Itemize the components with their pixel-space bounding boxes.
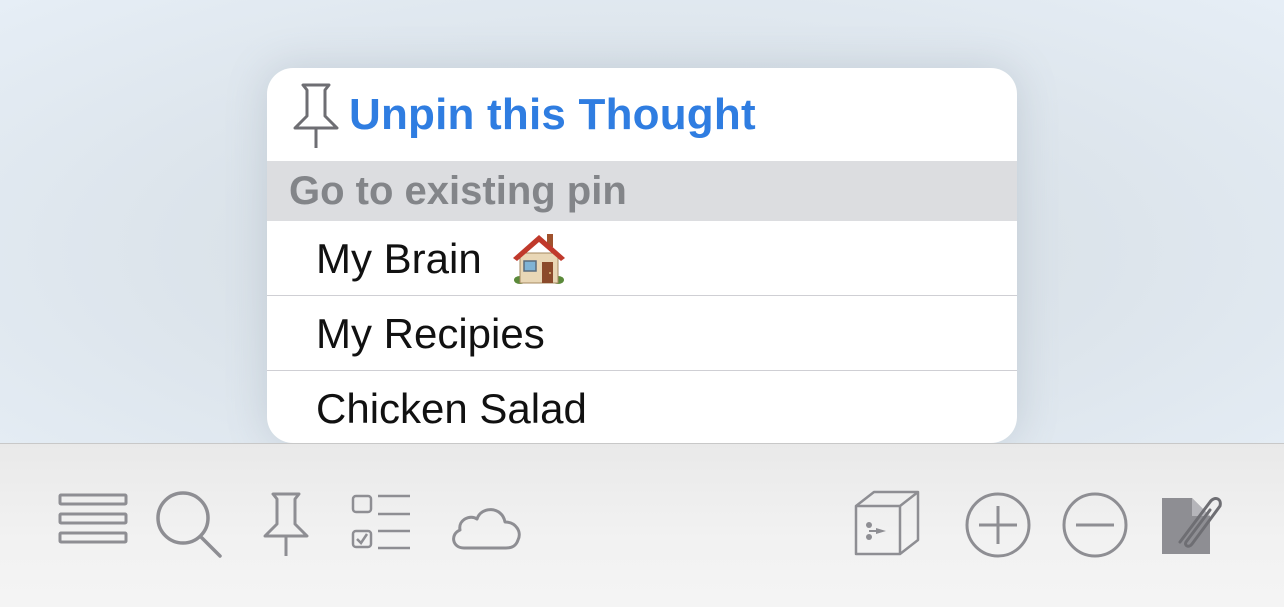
cloud-icon bbox=[446, 488, 526, 568]
box-link-button[interactable] bbox=[850, 488, 924, 568]
pin-item-my-brain[interactable]: My Brain bbox=[267, 221, 1017, 296]
box-link-icon bbox=[850, 488, 924, 568]
pin-item-chicken-salad[interactable]: Chicken Salad bbox=[267, 371, 1017, 443]
house-icon bbox=[511, 229, 567, 292]
unpin-thought-button[interactable]: Unpin this Thought bbox=[267, 68, 1017, 161]
pin-item-my-recipies[interactable]: My Recipies bbox=[267, 296, 1017, 371]
checklist-button[interactable] bbox=[348, 488, 418, 568]
remove-icon bbox=[1058, 488, 1132, 568]
search-button[interactable] bbox=[152, 488, 226, 568]
list-menu-button[interactable] bbox=[56, 488, 130, 568]
bottom-toolbar bbox=[0, 443, 1284, 607]
pin-item-label: Chicken Salad bbox=[316, 385, 587, 432]
checklist-icon bbox=[348, 488, 418, 568]
pin-icon bbox=[256, 488, 316, 568]
search-icon bbox=[152, 488, 226, 568]
unpin-label: Unpin this Thought bbox=[349, 90, 756, 139]
cloud-sync-button[interactable] bbox=[446, 488, 526, 568]
section-header: Go to existing pin bbox=[267, 161, 1017, 221]
pin-item-label: My Recipies bbox=[316, 310, 545, 357]
section-header-label: Go to existing pin bbox=[289, 169, 627, 213]
add-icon bbox=[962, 488, 1036, 568]
attachment-icon bbox=[1158, 488, 1228, 568]
pin-icon bbox=[289, 82, 343, 157]
attachment-button[interactable] bbox=[1158, 488, 1228, 568]
pin-popover: Unpin this Thought Go to existing pin My… bbox=[267, 68, 1017, 443]
pin-button[interactable] bbox=[256, 488, 316, 568]
list-menu-icon bbox=[56, 488, 130, 568]
pin-item-label: My Brain bbox=[316, 235, 482, 282]
add-button[interactable] bbox=[962, 488, 1036, 568]
remove-button[interactable] bbox=[1058, 488, 1132, 568]
